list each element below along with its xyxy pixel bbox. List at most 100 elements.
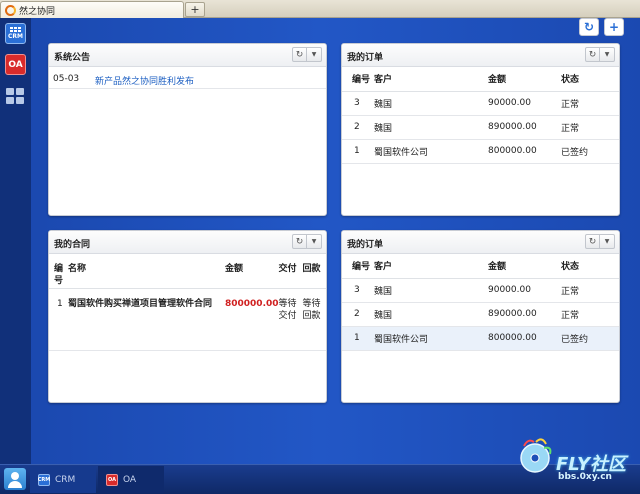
taskbar-item-label: CRM <box>55 474 76 485</box>
column-header[interactable]: 客户 <box>374 254 488 279</box>
contract-amount: 800000.00 <box>225 288 279 351</box>
contracts-table: 编号 名称 金额 交付 回款 1 蜀国软件购买禅道项目管理软件合同 800000… <box>49 254 326 351</box>
order-status: 正常 <box>561 91 619 116</box>
cd-logo-icon <box>520 438 552 473</box>
browser-tab-strip: 然之协同 + <box>0 0 640 18</box>
crm-app-button[interactable]: CRM <box>5 23 26 44</box>
order-customer: 蜀国软件公司 <box>374 139 488 164</box>
panel-refresh-button[interactable]: ↻ <box>292 234 307 249</box>
panel-menu-button[interactable]: ▼ <box>600 234 615 249</box>
refresh-icon: ↻ <box>588 236 597 247</box>
app-logo-icon <box>5 4 16 16</box>
dashboard-toolbar: ↻ + <box>579 18 624 36</box>
table-row[interactable]: 1 蜀国软件公司 800000.00 已签约 <box>342 139 619 164</box>
column-header[interactable]: 客户 <box>374 67 488 92</box>
panel-header: 我的合同 ↻ ▼ <box>49 231 326 254</box>
order-amount: 90000.00 <box>488 91 561 116</box>
refresh-icon: ↻ <box>588 49 597 60</box>
order-customer: 魏国 <box>374 115 488 140</box>
panel-refresh-button[interactable]: ↻ <box>585 234 600 249</box>
refresh-dashboard-button[interactable]: ↻ <box>579 18 599 36</box>
browser-tab-title: 然之协同 <box>19 6 56 17</box>
order-amount: 800000.00 <box>488 139 561 164</box>
column-header[interactable]: 编号 <box>342 254 374 279</box>
column-header[interactable]: 交付 <box>278 254 303 289</box>
caret-down-icon: ▼ <box>311 51 317 58</box>
panel-header: 系统公告 ↻ ▼ <box>49 44 326 67</box>
panel-header: 我的订单 ↻ ▼ <box>342 44 619 67</box>
panel-menu-button[interactable]: ▼ <box>307 234 322 249</box>
panel-refresh-button[interactable]: ↻ <box>292 47 307 62</box>
app-desktop: CRM OA ↻ + 系统公告 ↻ ▼ 05-03 新产品然之协同胜利发布 我的… <box>0 18 640 464</box>
oa-app-label: OA <box>8 59 23 70</box>
column-header[interactable]: 回款 <box>302 254 326 289</box>
column-header[interactable]: 编号 <box>342 67 374 92</box>
order-customer: 魏国 <box>374 278 488 303</box>
new-tab-button[interactable]: + <box>185 2 205 17</box>
oa-app-button[interactable]: OA <box>5 54 26 75</box>
all-apps-button[interactable] <box>5 85 26 106</box>
start-button[interactable] <box>4 468 26 490</box>
column-header[interactable]: 状态 <box>561 67 619 92</box>
add-block-button[interactable]: + <box>604 18 624 36</box>
panel-title: 我的订单 <box>347 53 384 63</box>
notice-panel: 系统公告 ↻ ▼ 05-03 新产品然之协同胜利发布 <box>48 43 327 216</box>
notice-title-link[interactable]: 新产品然之协同胜利发布 <box>95 74 194 87</box>
table-row[interactable]: 2 魏国 890000.00 正常 <box>342 302 619 327</box>
order-amount: 800000.00 <box>488 326 561 351</box>
order-id: 3 <box>342 91 374 116</box>
taskbar-item-crm[interactable]: CRM CRM <box>30 466 96 493</box>
table-row[interactable]: 2 魏国 890000.00 正常 <box>342 115 619 140</box>
watermark-url: bbs.0xy.cn <box>558 472 612 482</box>
table-row[interactable]: 1 蜀国软件公司 800000.00 已签约 <box>342 326 619 351</box>
panel-refresh-button[interactable]: ↻ <box>585 47 600 62</box>
sidebar: CRM OA <box>0 18 31 464</box>
orders-table: 编号 客户 金额 状态 3 魏国 90000.00 正常 2 魏国 890000… <box>342 67 619 164</box>
order-id: 3 <box>342 278 374 303</box>
caret-down-icon: ▼ <box>604 51 610 58</box>
column-header[interactable]: 状态 <box>561 254 619 279</box>
panel-title: 我的订单 <box>347 240 384 250</box>
orders-panel-top: 我的订单 ↻ ▼ 编号 客户 金额 状态 3 魏国 90000.00 正常 2 … <box>341 43 620 216</box>
order-status: 正常 <box>561 278 619 303</box>
order-amount: 890000.00 <box>488 115 561 140</box>
grid-icon <box>10 27 21 32</box>
refresh-icon: ↻ <box>295 49 304 60</box>
panel-header: 我的订单 ↻ ▼ <box>342 231 619 254</box>
panel-title: 我的合同 <box>54 240 91 250</box>
order-id: 2 <box>342 115 374 140</box>
table-row[interactable]: 1 蜀国软件购买禅道项目管理软件合同 800000.00 等待交付 等待回款 <box>49 288 326 351</box>
contract-payment: 等待回款 <box>302 288 326 351</box>
order-id: 1 <box>342 139 374 164</box>
table-row[interactable]: 3 魏国 90000.00 正常 <box>342 91 619 116</box>
oa-icon: OA <box>106 473 118 486</box>
order-status: 已签约 <box>561 139 619 164</box>
crm-icon: CRM <box>38 473 50 486</box>
column-header[interactable]: 金额 <box>488 67 561 92</box>
order-status: 正常 <box>561 115 619 140</box>
panel-menu-button[interactable]: ▼ <box>600 47 615 62</box>
caret-down-icon: ▼ <box>604 238 610 245</box>
plus-icon: + <box>608 20 620 34</box>
table-row[interactable]: 3 魏国 90000.00 正常 <box>342 278 619 303</box>
refresh-icon: ↻ <box>295 236 304 247</box>
browser-tab[interactable]: 然之协同 <box>0 1 184 18</box>
panel-menu-button[interactable]: ▼ <box>307 47 322 62</box>
order-customer: 蜀国软件公司 <box>374 326 488 351</box>
panel-title: 系统公告 <box>54 53 91 63</box>
contract-name: 蜀国软件购买禅道项目管理软件合同 <box>68 288 225 351</box>
list-item[interactable]: 05-03 新产品然之协同胜利发布 <box>49 67 326 89</box>
column-header[interactable]: 名称 <box>68 254 225 289</box>
contract-delivery: 等待交付 <box>278 288 303 351</box>
user-icon <box>11 472 19 480</box>
contracts-panel: 我的合同 ↻ ▼ 编号 名称 金额 交付 回款 1 蜀国软件购买禅道项目管理软件… <box>48 230 327 403</box>
contract-id: 1 <box>49 288 68 351</box>
taskbar-item-oa[interactable]: OA OA <box>98 466 164 493</box>
column-header[interactable]: 金额 <box>488 254 561 279</box>
taskbar-item-label: OA <box>123 474 137 485</box>
column-header[interactable]: 金额 <box>225 254 279 289</box>
order-status: 已签约 <box>561 326 619 351</box>
order-customer: 魏国 <box>374 91 488 116</box>
column-header[interactable]: 编号 <box>49 254 68 289</box>
orders-table: 编号 客户 金额 状态 3 魏国 90000.00 正常 2 魏国 890000… <box>342 254 619 351</box>
